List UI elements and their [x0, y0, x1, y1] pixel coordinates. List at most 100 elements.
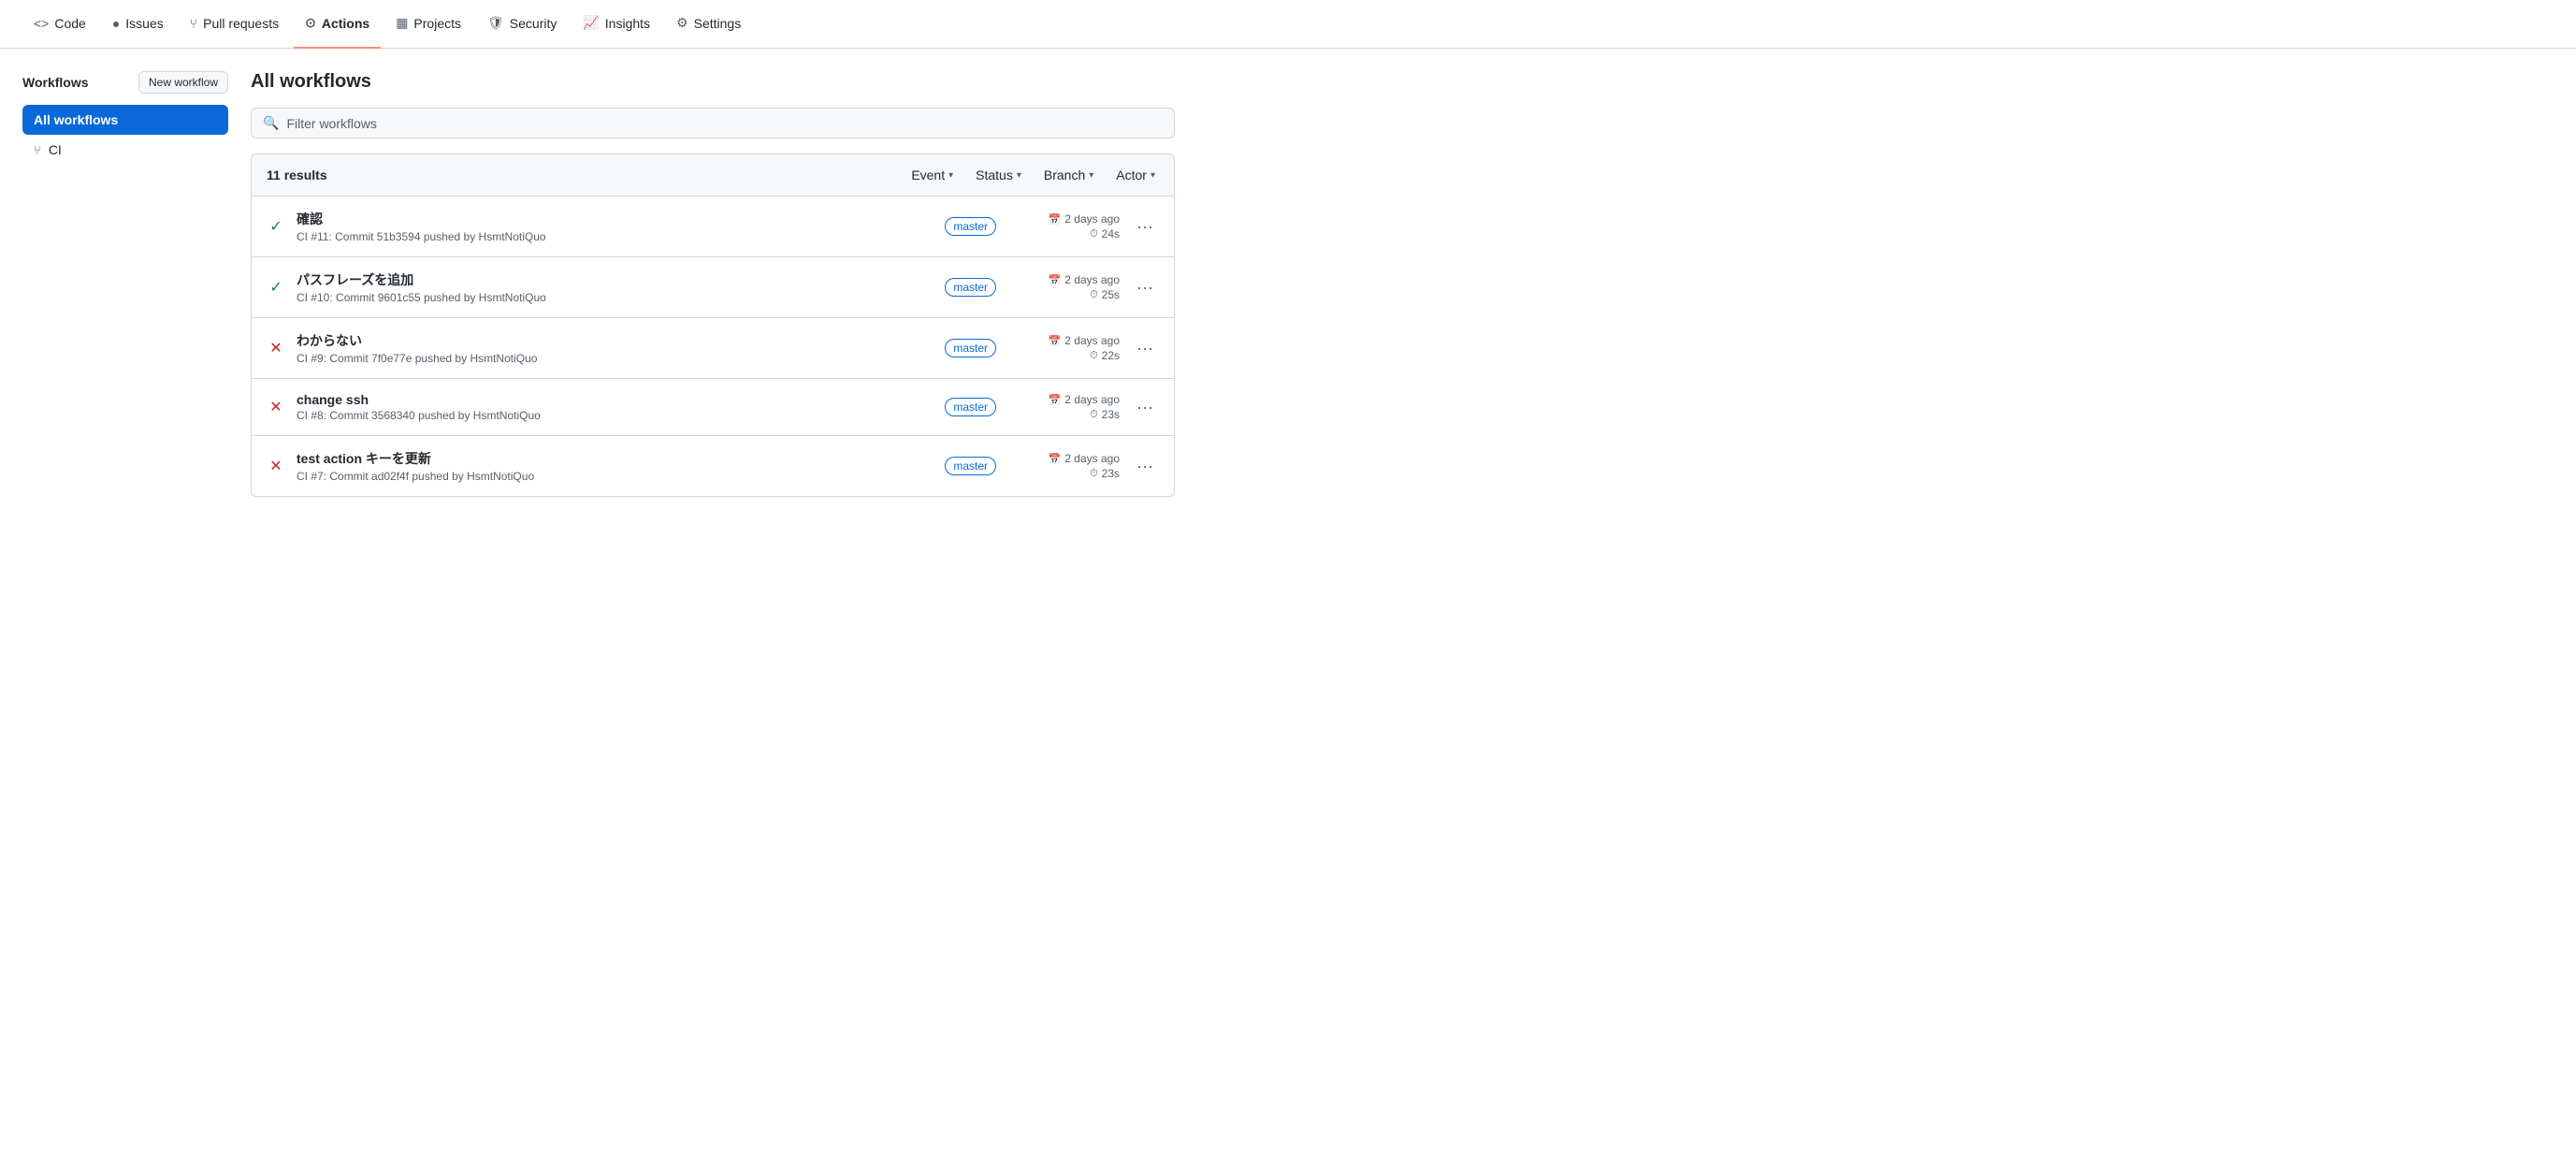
event-chevron-icon: ▾ [948, 170, 953, 181]
branch-filter-label: Branch [1044, 168, 1085, 182]
sidebar-title: Workflows [22, 75, 89, 90]
branch-badge[interactable]: master [945, 398, 996, 416]
workflow-meta: 📅 2 days ago ⏱ 24s [1007, 212, 1120, 240]
event-filter-button[interactable]: Event ▾ [907, 166, 957, 184]
workflow-name: パスフレーズを追加 [297, 270, 933, 289]
workflow-info: わからない CI #9: Commit 7f0e77e pushed by Hs… [297, 331, 933, 365]
workflow-rows: ✓ 確認 CI #11: Commit 51b3594 pushed by Hs… [252, 197, 1174, 496]
clock-icon: ⏱ [1090, 468, 1098, 480]
filter-bar: 🔍 [251, 108, 1175, 138]
page-title: All workflows [251, 71, 1175, 93]
settings-icon: ⚙ [676, 15, 688, 31]
table-row[interactable]: ✕ test action キーを更新 CI #7: Commit ad02f4… [252, 436, 1174, 496]
workflow-sub: CI #10: Commit 9601c55 pushed by HsmtNot… [297, 291, 933, 304]
calendar-icon: 📅 [1049, 453, 1062, 465]
branch-badge[interactable]: master [945, 278, 996, 297]
workflow-time: 📅 2 days ago [1049, 452, 1120, 465]
branch-chevron-icon: ▾ [1089, 170, 1093, 181]
workflow-meta: 📅 2 days ago ⏱ 22s [1007, 334, 1120, 362]
search-icon: 🔍 [263, 115, 279, 131]
nav-item-security[interactable]: 🛡 Security [476, 0, 568, 49]
status-icon: ✕ [267, 339, 285, 357]
content-area: All workflows 🔍 11 results Event ▾ Statu… [251, 71, 1175, 497]
nav-label-issues: Issues [125, 16, 163, 31]
nav-item-pull-requests[interactable]: ⑂ Pull requests [179, 0, 290, 49]
workflow-time: 📅 2 days ago [1049, 334, 1120, 347]
search-input[interactable] [286, 116, 1163, 131]
more-options-button[interactable]: ··· [1131, 453, 1159, 480]
actor-filter-label: Actor [1116, 168, 1147, 182]
event-filter-label: Event [911, 168, 945, 182]
status-filter-label: Status [976, 168, 1013, 182]
code-icon: <> [34, 16, 49, 31]
time-label: 2 days ago [1064, 393, 1120, 406]
nav-item-projects[interactable]: ▦ Projects [384, 0, 472, 49]
actor-filter-button[interactable]: Actor ▾ [1112, 166, 1159, 184]
time-label: 2 days ago [1064, 273, 1120, 286]
duration-label: 23s [1102, 467, 1120, 480]
nav-label-code: Code [54, 16, 85, 31]
nav-item-issues[interactable]: ● Issues [101, 0, 175, 49]
workflow-duration: ⏱ 23s [1090, 467, 1120, 480]
sidebar-header: Workflows New workflow [22, 71, 228, 94]
workflow-meta: 📅 2 days ago ⏱ 23s [1007, 393, 1120, 421]
sidebar-item-ci[interactable]: ⑂ CI [22, 135, 228, 165]
clock-icon: ⏱ [1090, 350, 1098, 362]
nav-item-actions[interactable]: ⊙ Actions [294, 0, 381, 49]
branch-badge[interactable]: master [945, 339, 996, 357]
sidebar-label-all-workflows: All workflows [34, 112, 118, 127]
workflow-sub: CI #7: Commit ad02f4f pushed by HsmtNoti… [297, 470, 933, 483]
workflow-duration: ⏱ 25s [1090, 288, 1120, 301]
workflow-sub: CI #8: Commit 3568340 pushed by HsmtNoti… [297, 409, 933, 422]
clock-icon: ⏱ [1090, 289, 1098, 301]
results-count: 11 results [267, 168, 907, 182]
issues-icon: ● [112, 16, 120, 31]
nav-item-insights[interactable]: 📈 Insights [572, 0, 661, 49]
status-icon: ✓ [267, 278, 285, 297]
branch-badge[interactable]: master [945, 217, 996, 236]
results-header: 11 results Event ▾ Status ▾ Branch ▾ [252, 154, 1174, 197]
new-workflow-button[interactable]: New workflow [138, 71, 228, 94]
nav-label-settings: Settings [694, 16, 742, 31]
more-options-button[interactable]: ··· [1131, 274, 1159, 301]
main-layout: Workflows New workflow All workflows ⑂ C… [0, 49, 1197, 519]
top-navigation: <> Code ● Issues ⑂ Pull requests ⊙ Actio… [0, 0, 2576, 49]
duration-label: 22s [1102, 349, 1120, 362]
more-options-button[interactable]: ··· [1131, 335, 1159, 362]
workflow-name: わからない [297, 331, 933, 350]
table-row[interactable]: ✕ わからない CI #9: Commit 7f0e77e pushed by … [252, 318, 1174, 379]
workflow-info: 確認 CI #11: Commit 51b3594 pushed by Hsmt… [297, 210, 933, 243]
workflow-duration: ⏱ 24s [1090, 227, 1120, 240]
nav-label-projects: Projects [413, 16, 461, 31]
status-filter-button[interactable]: Status ▾ [972, 166, 1025, 184]
workflow-ci-icon: ⑂ [34, 143, 41, 157]
sidebar: Workflows New workflow All workflows ⑂ C… [22, 71, 228, 497]
workflow-duration: ⏱ 22s [1090, 349, 1120, 362]
nav-item-settings[interactable]: ⚙ Settings [665, 0, 752, 49]
calendar-icon: 📅 [1049, 394, 1062, 406]
duration-label: 24s [1102, 227, 1120, 240]
workflow-info: change ssh CI #8: Commit 3568340 pushed … [297, 392, 933, 422]
more-options-button[interactable]: ··· [1131, 394, 1159, 421]
results-table: 11 results Event ▾ Status ▾ Branch ▾ [251, 153, 1175, 497]
actions-icon: ⊙ [305, 15, 316, 31]
branch-filter-button[interactable]: Branch ▾ [1040, 166, 1097, 184]
more-options-button[interactable]: ··· [1131, 213, 1159, 240]
nav-item-code[interactable]: <> Code [22, 0, 97, 49]
workflow-time: 📅 2 days ago [1049, 273, 1120, 286]
sidebar-item-all-workflows[interactable]: All workflows [22, 105, 228, 135]
time-label: 2 days ago [1064, 334, 1120, 347]
workflow-sub: CI #9: Commit 7f0e77e pushed by HsmtNoti… [297, 352, 933, 365]
sidebar-label-ci: CI [49, 142, 62, 157]
table-row[interactable]: ✓ 確認 CI #11: Commit 51b3594 pushed by Hs… [252, 197, 1174, 257]
duration-label: 25s [1102, 288, 1120, 301]
workflow-meta: 📅 2 days ago ⏱ 25s [1007, 273, 1120, 301]
table-row[interactable]: ✕ change ssh CI #8: Commit 3568340 pushe… [252, 379, 1174, 436]
table-row[interactable]: ✓ パスフレーズを追加 CI #10: Commit 9601c55 pushe… [252, 257, 1174, 318]
calendar-icon: 📅 [1049, 274, 1062, 286]
workflow-time: 📅 2 days ago [1049, 393, 1120, 406]
branch-badge[interactable]: master [945, 457, 996, 475]
time-label: 2 days ago [1064, 212, 1120, 226]
nav-label-insights: Insights [605, 16, 650, 31]
nav-label-actions: Actions [322, 16, 369, 31]
